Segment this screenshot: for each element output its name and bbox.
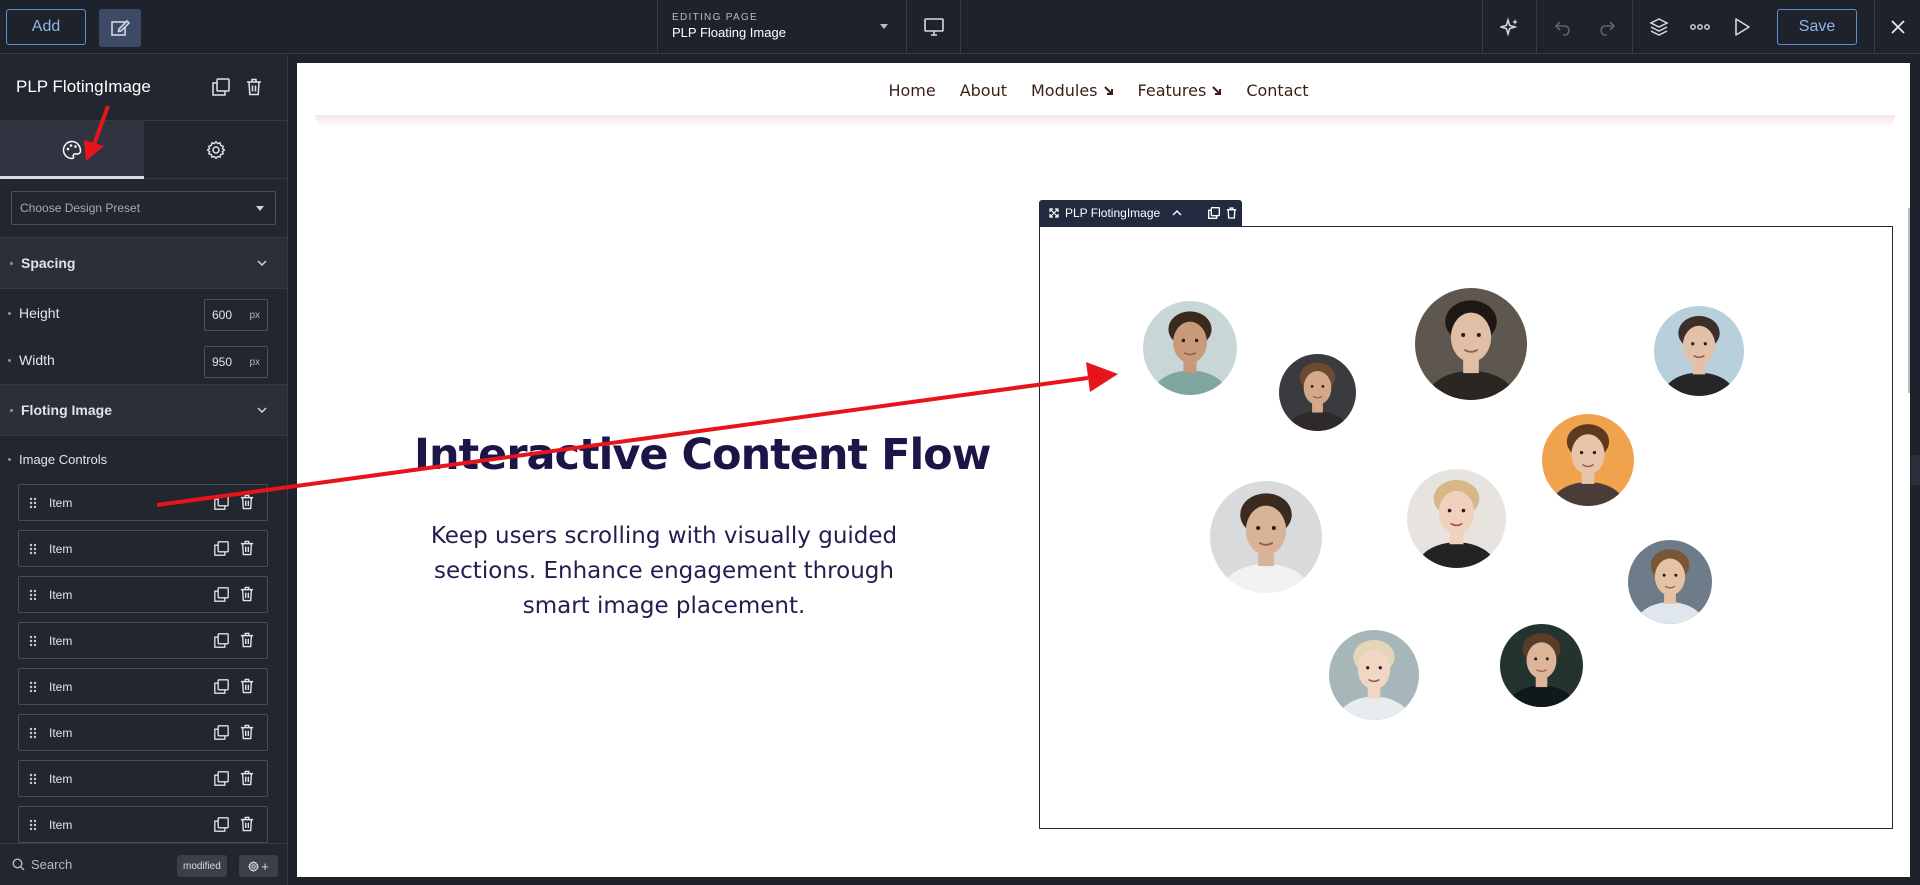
annotation-arrow [156,376,1089,507]
annotation-arrowhead [1086,362,1118,392]
annotation-arrowhead [84,140,104,161]
annotation-arrows [84,105,1118,507]
